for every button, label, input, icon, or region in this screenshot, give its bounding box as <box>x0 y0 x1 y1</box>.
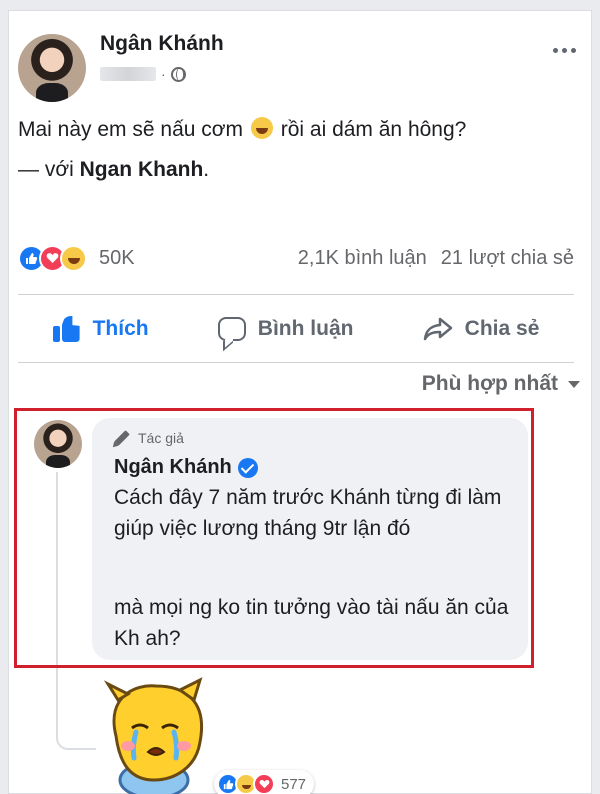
meta-separator: · <box>161 66 166 82</box>
haha-reaction-icon <box>60 244 87 272</box>
divider-top <box>18 294 574 295</box>
reply-thread-elbow <box>56 730 96 750</box>
stats-right: 2,1K bình luận 21 lượt chia sẻ <box>298 247 574 270</box>
action-bar: Thích Bình luận Chia sẻ <box>18 298 574 360</box>
more-options-icon[interactable] <box>553 48 576 53</box>
post-stats: 50K 2,1K bình luận 21 lượt chia sẻ <box>18 238 574 278</box>
reply-reaction-summary[interactable]: 577 <box>214 770 315 794</box>
comment-button-label: Bình luận <box>257 317 354 340</box>
tagged-suffix: . <box>203 158 210 181</box>
post-text-with-prefix: — với <box>18 158 74 181</box>
post-meta: · <box>100 66 186 82</box>
post-text-line1-after: rồi ai dám ăn hông? <box>280 118 467 141</box>
chevron-down-icon <box>568 380 580 388</box>
divider-bottom <box>18 362 574 363</box>
comment-sort-dropdown[interactable]: Phù hợp nhất <box>422 372 580 396</box>
post-author-name[interactable]: Ngân Khánh <box>100 32 224 56</box>
share-button-label: Chia sẻ <box>464 317 540 340</box>
laughing-emoji-icon <box>250 117 273 139</box>
share-icon <box>423 317 453 341</box>
share-count-link[interactable]: 21 lượt chia sẻ <box>441 247 574 270</box>
globe-icon[interactable] <box>170 66 186 82</box>
like-button-label: Thích <box>92 317 149 340</box>
comment-count-link[interactable]: 2,1K bình luận <box>298 247 427 270</box>
love-reaction-icon <box>253 773 275 794</box>
post-timestamp-blurred[interactable] <box>100 67 156 81</box>
comment-button[interactable]: Bình luận <box>217 317 354 341</box>
like-button[interactable]: Thích <box>52 316 149 342</box>
like-icon <box>52 316 81 342</box>
sort-label: Phù hợp nhất <box>421 372 558 395</box>
crying-sticker[interactable] <box>96 676 226 794</box>
post-author-avatar[interactable] <box>18 34 86 102</box>
reaction-summary[interactable]: 50K <box>18 244 135 272</box>
share-button[interactable]: Chia sẻ <box>423 317 540 341</box>
comment-icon <box>217 317 246 341</box>
post-text-line1-before: Mai này em sẽ nấu cơm <box>18 118 244 141</box>
tagged-user-link[interactable]: Ngan Khanh <box>80 158 204 181</box>
highlight-box <box>14 408 534 668</box>
reply-reaction-count: 577 <box>281 775 307 793</box>
reaction-count: 50K <box>99 246 135 269</box>
post-text: Mai này em sẽ nấu cơm rồi ai dám ăn hông… <box>18 110 578 190</box>
